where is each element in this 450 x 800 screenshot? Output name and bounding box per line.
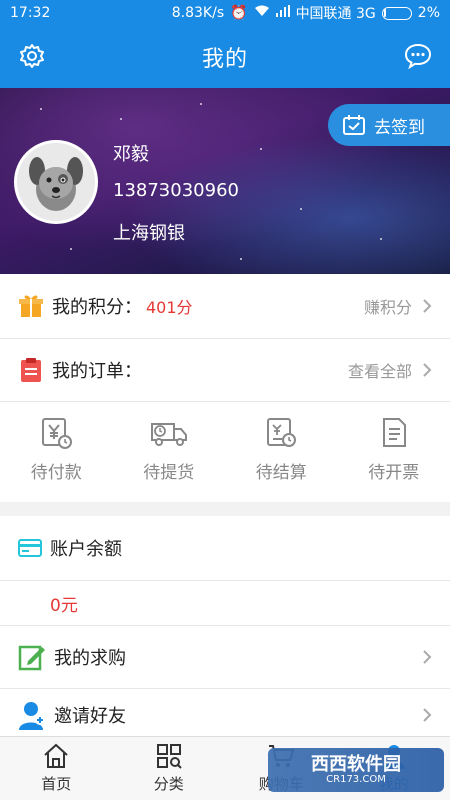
balance-label: 账户余额 [50,539,122,560]
order-tab-pending-payment[interactable]: 待付款 [0,402,113,502]
checkin-button[interactable]: 去签到 [328,104,450,146]
order-tab-label: 待开票 [368,463,420,483]
dog-avatar-icon [17,143,95,221]
user-name: 邓毅 [113,144,149,165]
network-speed: 8.83K/s [171,5,225,21]
clipboard-icon [21,358,41,382]
user-phone: 13873030960 [113,180,239,201]
signal-icon [275,5,290,21]
status-time: 17:32 [10,5,51,21]
points-value: 401分 [146,298,193,317]
nav-label: 分类 [153,775,184,793]
nav-category[interactable]: 分类 [113,737,226,800]
chevron-right-icon [423,708,432,722]
gift-icon [19,295,43,317]
battery-level: 2% [417,5,440,21]
chat-bubble-icon [404,43,432,69]
status-bar: 17:32 8.83K/s ⏰ 中国联通 3G 2% [0,0,450,26]
grid-search-icon [156,744,182,769]
order-tab-pending-invoice[interactable]: 待开票 [338,402,450,502]
order-tab-label: 待提货 [143,463,195,483]
earn-points-link[interactable]: 赚积分 [364,294,412,318]
nav-label: 首页 [41,775,72,793]
order-tab-label: 待付款 [30,463,82,483]
alarm-icon: ⏰ [230,5,248,21]
messages-button[interactable] [402,40,434,72]
yen-clock-icon [42,418,73,449]
home-icon [44,743,68,768]
profile-header: 邓毅 13873030960 上海钢银 去签到 [0,88,450,274]
chevron-right-icon [423,650,432,664]
view-all-orders-link[interactable]: 查看全部 [348,358,412,382]
watermark-sub: CR173.COM [326,774,386,786]
invite-friends-row[interactable]: 邀请好友 [0,689,450,741]
balance-row[interactable]: 账户余额 [0,516,450,580]
my-purchase-label: 我的求购 [54,648,126,669]
orders-label: 我的订单： [52,361,142,382]
nav-home[interactable]: 首页 [0,737,113,800]
balance-value: 0元 [0,581,450,625]
order-tab-pending-pickup[interactable]: 待提货 [113,402,226,502]
watermark-text: 西西软件园 [311,753,401,775]
invoice-icon [382,418,406,447]
points-row[interactable]: 我的积分： 401分 赚积分 [0,274,450,338]
order-tab-label: 待结算 [255,463,307,483]
invite-friends-label: 邀请好友 [54,706,126,727]
orders-row[interactable]: 我的订单： 查看全部 [0,339,450,401]
gear-icon [20,44,44,68]
card-icon [18,539,42,557]
wifi-icon [254,5,270,21]
order-status-tabs: 待付款 待提货 待结算 待开票 [0,402,450,502]
bill-clock-icon [267,418,297,447]
truck-clock-icon [150,423,187,446]
calendar-check-icon [343,115,365,135]
battery-icon [381,6,412,20]
carrier: 中国联通 3G [295,6,376,22]
edit-note-icon [18,645,45,671]
my-purchase-row[interactable]: 我的求购 [0,626,450,688]
points-label: 我的积分： [52,297,142,318]
add-user-icon [19,702,45,730]
chevron-right-icon [423,299,432,313]
checkin-label: 去签到 [374,117,425,138]
app-bar: 我的 [0,26,450,88]
page-title: 我的 [201,47,248,72]
avatar[interactable] [14,140,98,224]
chevron-right-icon [423,363,432,377]
watermark-logo: 西西软件园 CR173.COM [268,748,444,792]
user-company: 上海钢银 [113,223,185,244]
order-tab-pending-settlement[interactable]: 待结算 [225,402,338,502]
settings-button[interactable] [16,40,48,72]
